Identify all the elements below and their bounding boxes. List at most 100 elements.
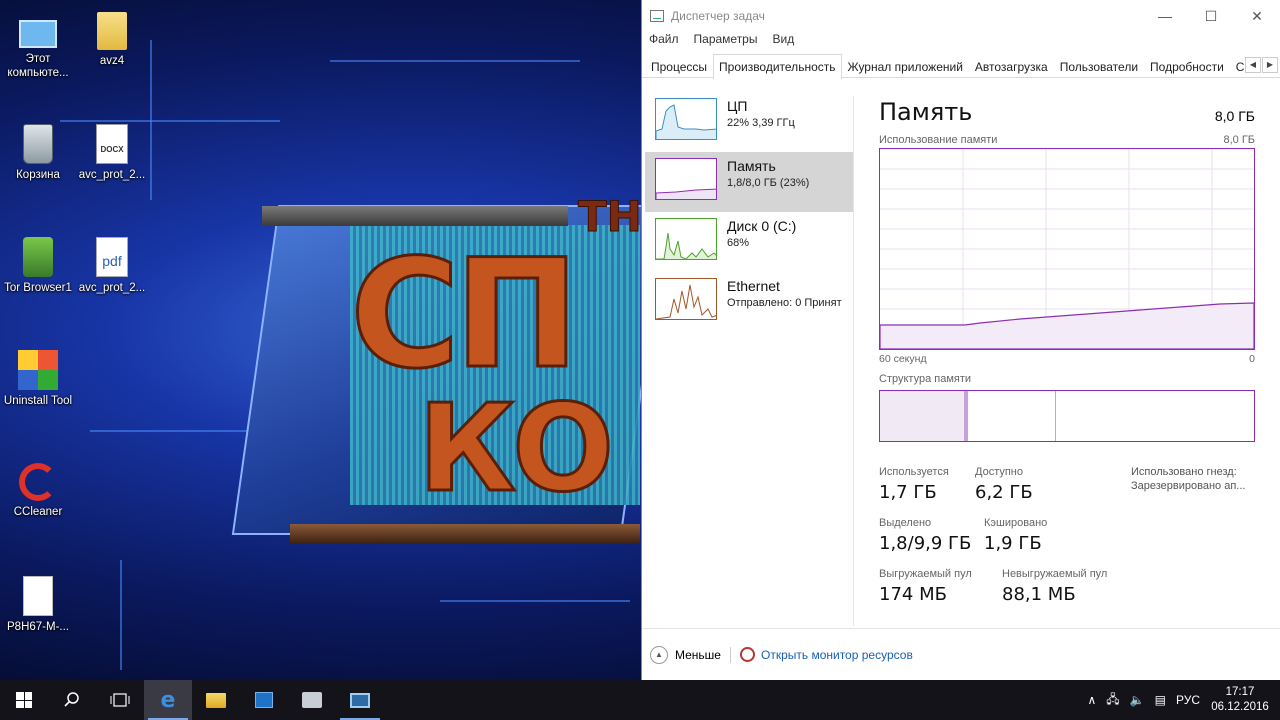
slots-used-label: Использовано гнезд: (1131, 466, 1237, 478)
memory-composition-bar[interactable] (879, 390, 1255, 442)
memory-usage-label: Использование памяти (879, 134, 998, 146)
tab-scroll-right-icon[interactable]: ▶ (1262, 57, 1278, 73)
title-bar[interactable]: Диспетчер задач — ☐ ✕ (642, 0, 1280, 32)
memory-standby-segment[interactable] (968, 391, 1056, 441)
memory-stats: Используется 1,7 ГБ Доступно 6,2 ГБ Испо… (879, 466, 1255, 616)
taskbar-task-manager[interactable] (336, 680, 384, 720)
minimize-button[interactable]: — (1142, 8, 1188, 25)
desktop-icon-label: Tor Browser1 (4, 282, 72, 294)
menu-bar: Файл Параметры Вид (642, 32, 1280, 50)
network-icon[interactable]: 🖧 (1106, 690, 1119, 711)
start-button[interactable] (0, 680, 48, 720)
clock[interactable]: 17:17 06.12.2016 (1210, 685, 1270, 715)
stat-available-label: Доступно (975, 466, 1024, 478)
tab-startup[interactable]: Автозагрузка (969, 54, 1054, 77)
task-manager-icon (650, 10, 664, 22)
stat-in-use-value: 1,7 ГБ (879, 482, 937, 503)
stat-paged-pool-value: 174 МБ (879, 584, 947, 605)
volume-icon[interactable]: 🔈 (1130, 693, 1145, 707)
desktop-icon-uninstall-tool[interactable]: Uninstall Tool (0, 350, 76, 408)
close-button[interactable]: ✕ (1234, 8, 1280, 25)
stat-paged-pool-label: Выгружаемый пул (879, 568, 972, 580)
desktop-icon-tor-browser[interactable]: Tor Browser1 (0, 237, 76, 295)
wallpaper-text-small: КО (416, 380, 615, 519)
stat-paged-pool: Выгружаемый пул 174 МБ (879, 568, 972, 605)
tab-users[interactable]: Пользователи (1054, 54, 1144, 77)
resource-disk-name: Диск 0 (C:) (727, 218, 797, 234)
wallpaper-trace (90, 430, 250, 432)
stat-cached-label: Кэшировано (984, 517, 1048, 529)
memory-in-use-segment[interactable] (880, 391, 965, 441)
stat-in-use: Используется 1,7 ГБ (879, 466, 949, 503)
menu-view[interactable]: Вид (772, 32, 794, 50)
desktop-icon-pdf[interactable]: pdf avc_prot_2... (74, 237, 150, 295)
resource-ethernet[interactable]: Ethernet Отправлено: 0 Принят (645, 272, 853, 332)
menu-file[interactable]: Файл (649, 32, 679, 50)
graph-axis-right: 0 (1249, 353, 1255, 365)
task-manager-icon (350, 692, 370, 708)
desktop-icon-docx[interactable]: DOCX avc_prot_2... (74, 124, 150, 182)
memory-usage-chart (879, 149, 1255, 350)
resource-monitor-icon (739, 647, 755, 662)
taskbar-file-explorer[interactable] (192, 680, 240, 720)
resource-memory-name: Память (727, 158, 776, 174)
chevron-up-icon[interactable]: ∧ (1087, 693, 1096, 707)
graph-axis-left: 60 секунд (879, 353, 927, 365)
open-resource-monitor-link[interactable]: Открыть монитор ресурсов (761, 648, 913, 662)
maximize-button[interactable]: ☐ (1188, 8, 1234, 25)
task-view-button[interactable] (96, 680, 144, 720)
memory-free-segment[interactable] (1056, 391, 1254, 441)
fewer-details-button[interactable]: Меньше (675, 648, 721, 662)
resource-memory[interactable]: Память 1,8/8,0 ГБ (23%) (645, 152, 853, 212)
menu-options[interactable]: Параметры (694, 32, 758, 50)
tab-performance[interactable]: Производительность (713, 54, 842, 79)
pane-divider (853, 96, 854, 626)
resource-memory-detail: 1,8/8,0 ГБ (23%) (727, 177, 810, 189)
desktop-icon-file[interactable]: P8H67-M-... (0, 576, 76, 634)
memory-usage-graph (879, 148, 1255, 350)
notification-icon[interactable]: ▤ (1155, 693, 1166, 707)
stat-nonpaged-pool-label: Невыгружаемый пул (1002, 568, 1108, 580)
file-icon (23, 576, 53, 616)
tab-details[interactable]: Подробности (1144, 54, 1230, 77)
desktop-icon-recycle-bin[interactable]: Корзина (0, 124, 76, 182)
taskbar-edge[interactable]: e (144, 680, 192, 720)
desktop-icon-avz4[interactable]: avz4 (74, 12, 150, 68)
desktop-icon-label: avc_prot_2... (78, 169, 146, 181)
wallpaper-trace (440, 600, 630, 602)
tab-scroll-left-icon[interactable]: ◀ (1245, 57, 1261, 73)
wallpaper-trace (330, 60, 580, 62)
wallpaper-trace (150, 40, 152, 200)
taskbar-app[interactable] (288, 680, 336, 720)
tor-browser-icon (23, 237, 53, 277)
tab-app-history[interactable]: Журнал приложений (842, 54, 969, 77)
memory-total: 8,0 ГБ (1214, 108, 1255, 124)
search-button[interactable] (48, 680, 96, 720)
stat-nonpaged-pool-value: 88,1 МБ (1002, 584, 1076, 605)
taskbar-store[interactable] (240, 680, 288, 720)
stat-side-info: Использовано гнезд: Зарезервировано ап..… (1131, 466, 1245, 492)
desktop-icon-this-pc[interactable]: Этот компьюте... (0, 12, 76, 80)
desktop-icon-label: avz4 (99, 55, 125, 67)
language-indicator[interactable]: РУС (1176, 693, 1200, 707)
resource-disk[interactable]: Диск 0 (C:) 68% (645, 212, 853, 272)
taskbar: e ∧ 🖧 🔈 ▤ РУС 17:17 06.12.2016 (0, 680, 1280, 720)
resource-ethernet-detail: Отправлено: 0 Принят (727, 297, 842, 309)
ccleaner-icon (19, 463, 57, 501)
desktop-icon-label: Uninstall Tool (3, 395, 73, 407)
disk-thumbnail (655, 218, 717, 260)
search-icon (64, 692, 79, 707)
resource-cpu-name: ЦП (727, 98, 748, 114)
stat-committed: Выделено 1,8/9,9 ГБ (879, 517, 971, 554)
stat-committed-value: 1,8/9,9 ГБ (879, 533, 972, 554)
desktop-icon-label: avc_prot_2... (78, 282, 146, 294)
pdf-file-icon: pdf (96, 237, 128, 277)
resource-cpu[interactable]: ЦП 22% 3,39 ГГц (645, 92, 853, 152)
chevron-up-icon[interactable]: ▲ (650, 645, 668, 664)
window-title: Диспетчер задач (671, 9, 765, 23)
clock-date: 06.12.2016 (1211, 701, 1269, 713)
task-manager-window: Диспетчер задач — ☐ ✕ Файл Параметры Вид… (641, 0, 1280, 680)
system-tray: ∧ 🖧 🔈 ▤ РУС 17:17 06.12.2016 (1087, 685, 1280, 715)
desktop-icon-ccleaner[interactable]: CCleaner (0, 463, 76, 519)
tab-processes[interactable]: Процессы (645, 54, 713, 77)
